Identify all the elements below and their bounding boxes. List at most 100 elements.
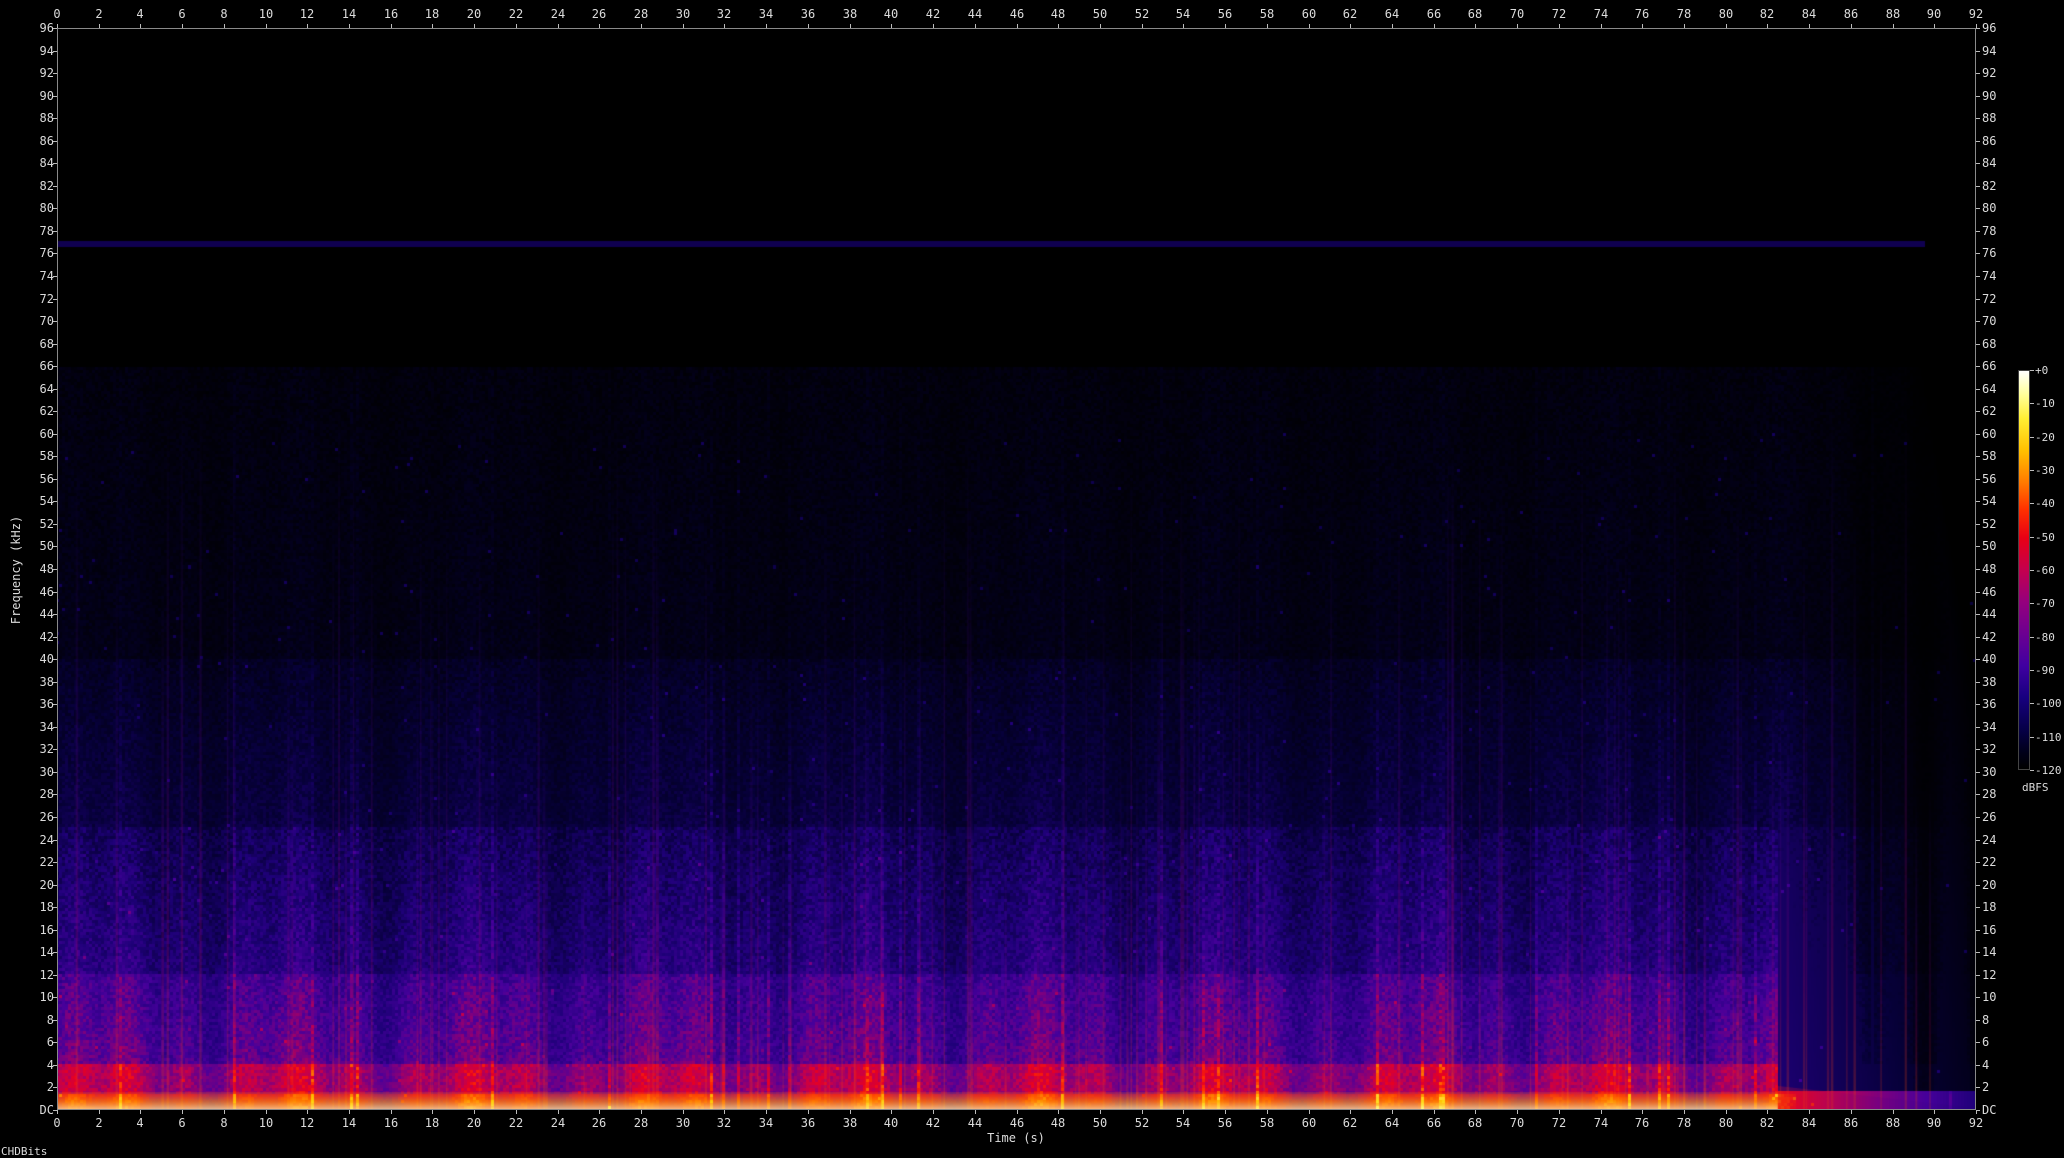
colorbar-tick-label: -30 — [2035, 464, 2055, 477]
y-tick-right — [1976, 1020, 1980, 1021]
y-tick-label-left: 20 — [39, 878, 54, 892]
x-tick-top — [933, 24, 934, 28]
y-tick-label-right: 96 — [1982, 21, 1997, 35]
x-tick-label-bottom: 26 — [591, 1116, 607, 1130]
y-tick-label-left: 30 — [39, 765, 54, 779]
x-tick-bottom — [683, 1110, 684, 1114]
x-tick-top — [1267, 24, 1268, 28]
y-tick-label-left: 2 — [46, 1080, 54, 1094]
y-tick-label-left: 56 — [39, 472, 54, 486]
x-tick-label-bottom: 74 — [1593, 1116, 1609, 1130]
x-tick-top — [850, 24, 851, 28]
footer-label: CHDBits — [1, 1145, 48, 1158]
y-tick-label-right: 10 — [1982, 990, 1997, 1004]
y-tick-label-left: 64 — [39, 382, 54, 396]
y-tick-label-right: 84 — [1982, 156, 1997, 170]
x-tick-label-top: 52 — [1134, 7, 1150, 21]
y-tick-label-right: 16 — [1982, 923, 1997, 937]
x-tick-label-bottom: 6 — [178, 1116, 186, 1130]
x-tick-bottom — [891, 1110, 892, 1114]
x-tick-top — [474, 24, 475, 28]
y-tick-label-left: 92 — [39, 66, 54, 80]
x-tick-label-bottom: 22 — [508, 1116, 524, 1130]
colorbar-tick-label: -90 — [2035, 664, 2055, 677]
x-tick-label-top: 24 — [550, 7, 566, 21]
x-tick-label-bottom: 80 — [1718, 1116, 1734, 1130]
x-tick-top — [891, 24, 892, 28]
x-tick-bottom — [1767, 1110, 1768, 1114]
y-tick-label-right: 62 — [1982, 404, 1997, 418]
x-tick-label-bottom: 12 — [299, 1116, 315, 1130]
y-tick-label-right: 34 — [1982, 720, 1997, 734]
y-tick-right — [1976, 208, 1980, 209]
x-tick-bottom — [1851, 1110, 1852, 1114]
x-tick-label-top: 8 — [220, 7, 228, 21]
colorbar-tick — [2030, 703, 2034, 704]
y-tick-label-right: 68 — [1982, 337, 1997, 351]
x-tick-top — [766, 24, 767, 28]
y-tick-label-right: 88 — [1982, 111, 1997, 125]
x-tick-top — [140, 24, 141, 28]
x-tick-label-top: 68 — [1467, 7, 1483, 21]
y-tick-label-left: 48 — [39, 562, 54, 576]
y-tick-label-right: 74 — [1982, 269, 1997, 283]
x-tick-top — [1893, 24, 1894, 28]
y-tick-label-left: 12 — [39, 968, 54, 982]
x-tick-bottom — [57, 1110, 58, 1114]
x-tick-label-bottom: 2 — [95, 1116, 103, 1130]
y-tick-label-right: 26 — [1982, 810, 1997, 824]
x-tick-bottom — [933, 1110, 934, 1114]
x-tick-label-top: 76 — [1634, 7, 1650, 21]
x-tick-bottom — [307, 1110, 308, 1114]
x-tick-bottom — [1475, 1110, 1476, 1114]
x-tick-top — [1309, 24, 1310, 28]
x-tick-label-top: 86 — [1843, 7, 1859, 21]
y-tick-label-right: 54 — [1982, 494, 1997, 508]
x-tick-bottom — [1809, 1110, 1810, 1114]
x-tick-label-bottom: 0 — [53, 1116, 61, 1130]
x-tick-top — [349, 24, 350, 28]
x-tick-top — [307, 24, 308, 28]
y-tick-right — [1976, 28, 1980, 29]
y-tick-label-right: 6 — [1982, 1035, 1990, 1049]
y-tick-right — [1976, 456, 1980, 457]
y-tick-label-left: 38 — [39, 675, 54, 689]
y-tick-label-left: 80 — [39, 201, 54, 215]
y-tick-label-left: 74 — [39, 269, 54, 283]
y-tick-label-left: 72 — [39, 292, 54, 306]
y-tick-right — [1976, 501, 1980, 502]
x-tick-label-top: 62 — [1342, 7, 1358, 21]
colorbar-tick-label: +0 — [2035, 364, 2049, 377]
x-tick-label-top: 70 — [1509, 7, 1525, 21]
x-tick-label-top: 46 — [1009, 7, 1025, 21]
y-tick-label-right: 22 — [1982, 855, 1997, 869]
y-tick-label-right: 92 — [1982, 66, 1997, 80]
x-tick-label-bottom: 62 — [1342, 1116, 1358, 1130]
x-tick-bottom — [1601, 1110, 1602, 1114]
y-tick-label-right: 78 — [1982, 224, 1997, 238]
y-tick-right — [1976, 434, 1980, 435]
x-tick-bottom — [516, 1110, 517, 1114]
x-tick-top — [1350, 24, 1351, 28]
y-tick-right — [1976, 118, 1980, 119]
y-tick-right — [1976, 997, 1980, 998]
x-tick-bottom — [1100, 1110, 1101, 1114]
x-tick-top — [1767, 24, 1768, 28]
y-tick-label-left: 82 — [39, 179, 54, 193]
x-tick-label-bottom: 42 — [925, 1116, 941, 1130]
y-tick-right — [1976, 749, 1980, 750]
colorbar-tick — [2030, 403, 2034, 404]
y-tick-label-left: 34 — [39, 720, 54, 734]
y-tick-label-left: 60 — [39, 427, 54, 441]
colorbar-tick-label: -60 — [2035, 564, 2055, 577]
x-tick-label-bottom: 92 — [1968, 1116, 1984, 1130]
x-tick-label-bottom: 40 — [883, 1116, 899, 1130]
y-tick-label-right: 66 — [1982, 359, 1997, 373]
x-tick-label-top: 6 — [178, 7, 186, 21]
y-tick-right — [1976, 546, 1980, 547]
y-tick-right — [1976, 659, 1980, 660]
y-tick-right — [1976, 299, 1980, 300]
y-tick-label-left: 86 — [39, 134, 54, 148]
colorbar-tick-label: -80 — [2035, 631, 2055, 644]
x-tick-top — [641, 24, 642, 28]
